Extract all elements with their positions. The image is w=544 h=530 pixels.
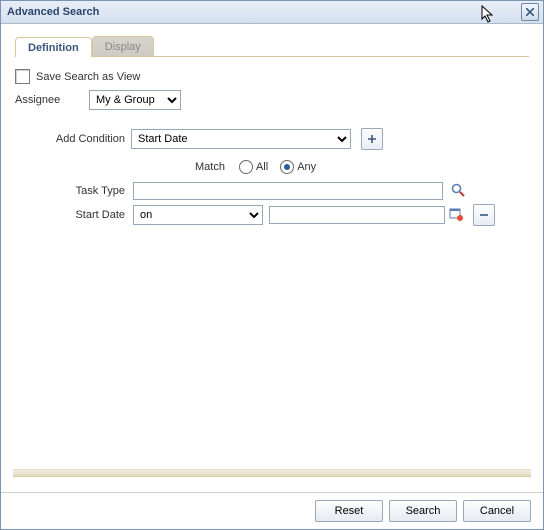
calendar-icon xyxy=(449,207,463,221)
tab-bar: Definition Display xyxy=(15,34,529,57)
assignee-label: Assignee xyxy=(15,94,85,106)
save-view-label: Save Search as View xyxy=(36,71,140,83)
add-condition-button[interactable] xyxy=(361,128,383,150)
add-condition-select[interactable]: Start Date xyxy=(131,129,351,149)
radio-icon xyxy=(239,160,253,174)
window-title: Advanced Search xyxy=(7,6,99,18)
task-type-label: Task Type xyxy=(15,185,125,197)
reset-button[interactable]: Reset xyxy=(315,500,383,522)
task-type-row: Task Type xyxy=(15,182,529,200)
assignee-select[interactable]: My & Group xyxy=(89,90,181,110)
start-date-operator-select[interactable]: on xyxy=(133,205,263,225)
search-icon xyxy=(451,183,465,197)
match-row: Match All Any xyxy=(15,160,529,174)
add-condition-row: Add Condition Start Date xyxy=(15,128,529,150)
minus-icon xyxy=(479,210,489,220)
footer-separator xyxy=(13,469,531,477)
start-date-label: Start Date xyxy=(15,209,125,221)
start-date-row: Start Date on xyxy=(15,204,529,226)
start-date-input[interactable] xyxy=(269,206,445,224)
remove-condition-button[interactable] xyxy=(473,204,495,226)
save-view-row: Save Search as View xyxy=(15,69,529,84)
advanced-search-dialog: Advanced Search Definition Display Save … xyxy=(0,0,544,530)
task-type-browse-button[interactable] xyxy=(451,183,465,200)
close-icon xyxy=(526,8,534,16)
titlebar: Advanced Search xyxy=(1,1,543,24)
match-all-label: All xyxy=(256,161,268,173)
footer: Reset Search Cancel xyxy=(1,492,543,529)
date-picker-button[interactable] xyxy=(449,207,463,224)
match-all-radio[interactable]: All xyxy=(239,160,268,174)
match-label: Match xyxy=(195,161,225,173)
tab-definition[interactable]: Definition xyxy=(15,37,92,57)
close-button[interactable] xyxy=(521,3,539,21)
assignee-row: Assignee My & Group xyxy=(15,90,529,110)
plus-icon xyxy=(367,134,377,144)
save-view-checkbox[interactable] xyxy=(15,69,30,84)
match-any-radio[interactable]: Any xyxy=(280,160,316,174)
search-button[interactable]: Search xyxy=(389,500,457,522)
dialog-body: Definition Display Save Search as View A… xyxy=(1,24,543,226)
task-type-input[interactable] xyxy=(133,182,443,200)
tab-display[interactable]: Display xyxy=(92,36,154,56)
radio-icon xyxy=(280,160,294,174)
add-condition-label: Add Condition xyxy=(15,133,125,145)
match-any-label: Any xyxy=(297,161,316,173)
cancel-button[interactable]: Cancel xyxy=(463,500,531,522)
